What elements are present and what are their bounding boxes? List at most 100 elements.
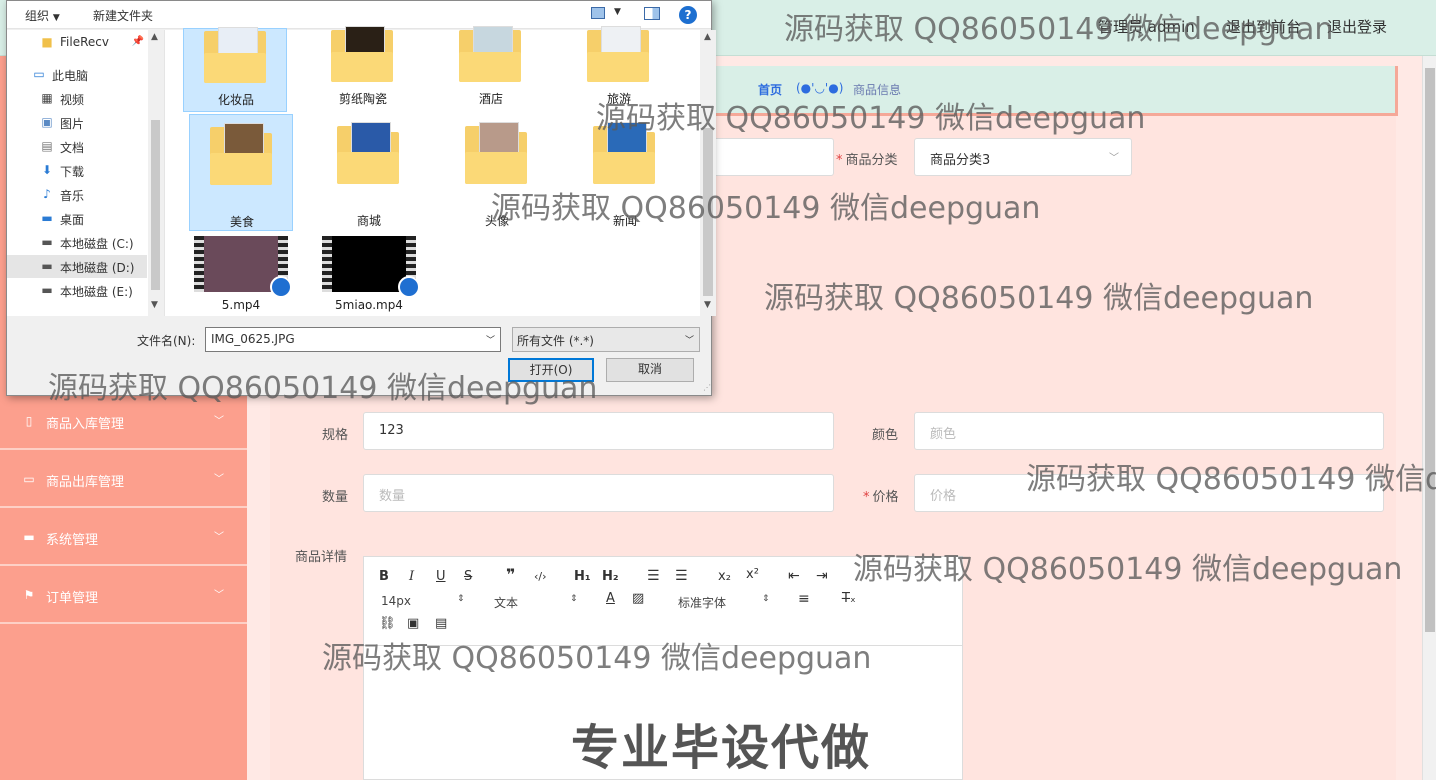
outdent-icon[interactable]: ⇤ <box>788 568 800 584</box>
font-family-select[interactable]: 标准字体 ⇕ <box>678 594 770 611</box>
qty-input[interactable]: 数量 <box>363 474 834 512</box>
align-icon[interactable]: ≡ <box>798 591 810 607</box>
underline-icon[interactable]: U <box>436 569 446 585</box>
scroll-down-icon[interactable]: ▼ <box>704 300 711 310</box>
pin-icon[interactable]: 📌 <box>130 35 146 49</box>
resize-grip-icon[interactable]: ⋰ <box>703 383 711 392</box>
page-scrollbar[interactable] <box>1422 56 1436 780</box>
category-select[interactable]: 商品分类3 ﹀ <box>914 138 1132 176</box>
file-name: 酒店 <box>478 92 503 106</box>
required-mark: * <box>836 153 843 168</box>
bold-icon[interactable]: B <box>379 569 389 585</box>
indent-icon[interactable]: ⇥ <box>816 568 828 584</box>
file-name: 5.mp4 <box>221 298 261 312</box>
dropdown-icon[interactable]: ▼ <box>614 7 621 17</box>
chevron-down-icon: ﹀ <box>1109 153 1119 164</box>
link-icon[interactable]: ⛓ <box>379 616 396 632</box>
code-icon[interactable]: ‹/› <box>534 569 547 585</box>
clear-format-icon[interactable]: T̶ₓ <box>842 591 856 607</box>
folder-front <box>459 52 521 82</box>
folder-front <box>587 52 649 82</box>
background-color-icon[interactable]: ▨ <box>632 591 644 607</box>
folder-icon <box>465 122 527 184</box>
video-icon[interactable]: ▤ <box>435 616 447 632</box>
nav-item-videos[interactable]: ▦ 视频 <box>7 87 147 110</box>
folder-icon: ■ <box>41 35 53 49</box>
price-label-text: 价格 <box>872 490 899 505</box>
drive-icon: ▬ <box>41 283 53 297</box>
nav-item-drive-e[interactable]: ▬ 本地磁盘 (E:) <box>7 279 147 302</box>
file-item-food[interactable]: 美食 <box>189 114 293 231</box>
promo-banner: 专业毕设代做 <box>571 720 872 776</box>
file-item-hotel[interactable]: 酒店 <box>439 26 543 112</box>
color-input[interactable]: 颜色 <box>914 412 1384 450</box>
file-item-video-5miao[interactable]: 5miao.mp4 <box>317 234 421 316</box>
watermark: 源码获取 QQ86050149 微信deepguan <box>491 191 1041 226</box>
film-strip <box>194 236 204 292</box>
nav-item-label: 本地磁盘 (C:) <box>60 237 134 251</box>
h2-icon[interactable]: H₂ <box>602 569 619 585</box>
file-item-mall[interactable]: 商城 <box>317 114 421 231</box>
filename-input[interactable]: IMG_0625.JPG ﹀ <box>205 327 501 352</box>
nav-item-label: 下载 <box>60 165 85 179</box>
folder-icon <box>204 27 266 83</box>
h1-icon[interactable]: H₁ <box>574 569 591 585</box>
video-icon: ▦ <box>41 91 53 105</box>
nav-item-documents[interactable]: ▤ 文档 <box>7 135 147 158</box>
subscript-icon[interactable]: x₂ <box>718 569 731 585</box>
filename-label: 文件名(N): <box>137 334 196 348</box>
dropdown-icon[interactable]: ﹀ <box>685 333 694 346</box>
nav-item-music[interactable]: ♪ 音乐 <box>7 183 147 206</box>
navigation-pane: ■ FileRecv 📌 ▭ 此电脑 ▦ 视频 ▣ 图片 ▤ 文档 ⬇ 下载 ♪… <box>7 30 163 316</box>
image-icon[interactable]: ▣ <box>407 616 419 632</box>
name-input[interactable] <box>700 138 834 176</box>
font-color-icon[interactable]: A <box>606 591 615 607</box>
scrollbar-thumb[interactable] <box>151 120 160 290</box>
italic-icon[interactable]: I <box>409 569 414 585</box>
sidebar-item-system[interactable]: ▬ 系统管理 ﹀ <box>0 510 247 566</box>
ordered-list-icon[interactable]: ☰ <box>647 568 660 584</box>
quote-icon[interactable]: ❞ <box>506 567 515 583</box>
file-item-papercut[interactable]: 剪纸陶瓷 <box>311 26 415 112</box>
watermark: 源码获取 QQ86050149 微信deepguan <box>322 641 872 676</box>
help-icon[interactable]: ? <box>679 6 697 24</box>
file-type-select[interactable]: 所有文件 (*.*) ﹀ <box>512 327 700 352</box>
logout-link[interactable]: 退出登录 <box>1327 16 1387 37</box>
nav-scrollbar[interactable]: ▲ ▼ <box>148 30 163 316</box>
nav-item-drive-c[interactable]: ▬ 本地磁盘 (C:) <box>7 231 147 254</box>
spec-input[interactable]: 123 <box>363 412 834 450</box>
sidebar-item-orders[interactable]: ⚑ 订单管理 ﹀ <box>0 568 247 624</box>
nav-item-downloads[interactable]: ⬇ 下载 <box>7 159 147 182</box>
nav-item-pictures[interactable]: ▣ 图片 <box>7 111 147 134</box>
price-label: * 价格 <box>863 486 899 505</box>
view-icon[interactable] <box>591 7 605 19</box>
strike-icon[interactable]: S <box>464 569 472 585</box>
file-list-scrollbar[interactable]: ▲ ▼ <box>700 30 716 316</box>
bullet-list-icon[interactable]: ☰ <box>675 568 688 584</box>
scrollbar-thumb[interactable] <box>1425 68 1435 632</box>
scroll-down-icon[interactable]: ▼ <box>151 300 158 310</box>
folder-front <box>593 152 655 184</box>
font-size-select[interactable]: 14px ⇕ <box>381 594 465 608</box>
nav-item-this-pc[interactable]: ▭ 此电脑 <box>7 63 147 86</box>
watermark: 源码获取 QQ86050149 微信deepguan <box>48 371 598 406</box>
font-family-value: 标准字体 <box>678 596 727 610</box>
preview-pane-icon[interactable] <box>644 7 660 20</box>
nav-item-drive-d[interactable]: ▬ 本地磁盘 (D:) <box>7 255 147 278</box>
category-label-text: 商品分类 <box>845 153 898 168</box>
sidebar-item-stock-out[interactable]: ▭ 商品出库管理 ﹀ <box>0 452 247 508</box>
format-select[interactable]: 文本 ⇕ <box>494 594 578 611</box>
required-mark: * <box>863 490 870 505</box>
file-item-cosmetics[interactable]: 化妆品 <box>183 27 287 112</box>
nav-item-filerecv[interactable]: ■ FileRecv 📌 <box>7 31 147 54</box>
superscript-icon[interactable]: x² <box>746 567 759 583</box>
cancel-button[interactable]: 取消 <box>606 358 694 382</box>
new-folder-button[interactable]: 新建文件夹 <box>93 7 153 24</box>
scroll-up-icon[interactable]: ▲ <box>151 32 158 42</box>
organize-menu[interactable]: 组织 ▼ <box>25 7 60 24</box>
scroll-up-icon[interactable]: ▲ <box>704 32 711 42</box>
nav-item-desktop[interactable]: ▬ 桌面 <box>7 207 147 230</box>
folder-front <box>337 152 399 184</box>
file-item-video-5[interactable]: 5.mp4 <box>189 234 293 316</box>
dropdown-icon[interactable]: ﹀ <box>486 333 495 346</box>
